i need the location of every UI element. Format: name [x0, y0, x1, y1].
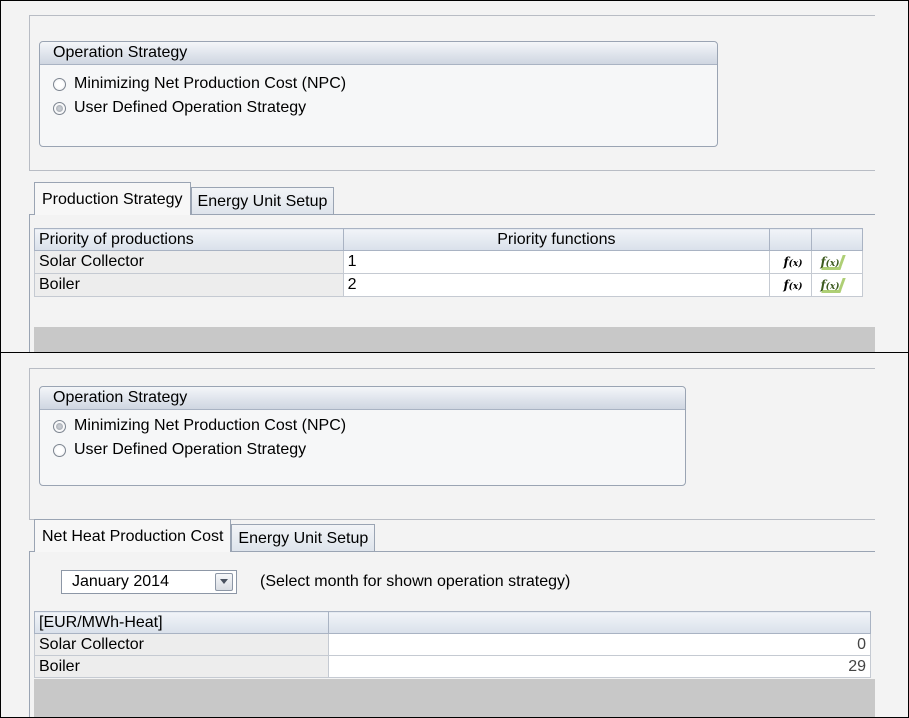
table-header-row: [EUR/MWh-Heat]	[34, 611, 872, 634]
column-header	[811, 228, 863, 251]
row-label: Solar Collector	[34, 633, 329, 656]
fx-argument-label: (x)	[788, 282, 803, 292]
radio-option-npc[interactable]: Minimizing Net Production Cost (NPC)	[40, 414, 685, 438]
table-empty-area	[34, 327, 875, 353]
priority-value-cell[interactable]: 2	[342, 273, 771, 297]
top-screenshot-frame: Operation Strategy Minimizing Net Produc…	[0, 0, 909, 354]
table-header-row: Priority of productions Priority functio…	[34, 228, 863, 251]
fx-check-cell: f(x)	[811, 250, 863, 274]
month-select[interactable]: January 2014	[61, 570, 237, 594]
table-row: Boiler 2 f(x) f(x)	[34, 273, 863, 297]
operation-strategy-group: Operation Strategy Minimizing Net Produc…	[39, 386, 686, 486]
function-validate-icon[interactable]: f(x)	[812, 251, 848, 273]
radio-label: User Defined Operation Strategy	[74, 441, 307, 458]
table-row: Solar Collector 1 f(x) f(x)	[34, 250, 863, 274]
column-header: Priority of productions	[34, 228, 344, 251]
function-editor-icon[interactable]: f(x)	[775, 274, 811, 296]
tab-production-strategy[interactable]: Production Strategy	[34, 182, 191, 215]
bottom-screenshot-frame: Operation Strategy Minimizing Net Produc…	[0, 352, 909, 718]
fx-cell: f(x)	[769, 273, 812, 297]
cost-value-cell: 29	[327, 655, 872, 678]
tab-energy-unit-setup[interactable]: Energy Unit Setup	[231, 524, 376, 552]
group-title: Operation Strategy	[40, 387, 685, 410]
group-title: Operation Strategy	[40, 42, 717, 65]
radio-label: Minimizing Net Production Cost (NPC)	[74, 417, 347, 434]
radio-option-user-defined[interactable]: User Defined Operation Strategy	[40, 96, 717, 120]
tab-content: January 2014 (Select month for shown ope…	[29, 551, 875, 717]
fx-argument-label: (x)	[825, 259, 840, 269]
radio-label: Minimizing Net Production Cost (NPC)	[74, 75, 347, 92]
fx-argument-label: (x)	[825, 282, 840, 292]
radio-label: User Defined Operation Strategy	[74, 99, 307, 116]
column-header: Priority functions	[342, 228, 771, 251]
radio-button-icon[interactable]	[53, 443, 66, 457]
table-row: Solar Collector 0	[34, 633, 872, 656]
radio-button-icon[interactable]	[53, 77, 66, 91]
tab-content: Priority of productions Priority functio…	[29, 214, 875, 353]
radio-button-checked-icon[interactable]	[53, 101, 66, 115]
radio-option-npc[interactable]: Minimizing Net Production Cost (NPC)	[40, 72, 717, 96]
function-validate-icon[interactable]: f(x)	[812, 274, 848, 296]
row-label: Boiler	[34, 273, 344, 297]
radio-button-checked-icon[interactable]	[53, 419, 66, 433]
fx-cell: f(x)	[769, 250, 812, 274]
function-editor-icon[interactable]: f(x)	[775, 251, 811, 273]
tab-net-heat-production-cost[interactable]: Net Heat Production Cost	[34, 519, 232, 552]
row-label: Solar Collector	[34, 250, 344, 274]
operation-strategy-group: Operation Strategy Minimizing Net Produc…	[39, 41, 718, 147]
column-header	[327, 611, 872, 634]
fx-argument-label: (x)	[788, 259, 803, 269]
table-empty-area	[34, 679, 875, 717]
month-select-value: January 2014	[72, 573, 169, 590]
priority-table: Priority of productions Priority functio…	[34, 228, 863, 297]
fx-check-cell: f(x)	[811, 273, 863, 297]
priority-value-cell[interactable]: 1	[342, 250, 771, 274]
table-row: Boiler 29	[34, 655, 872, 678]
month-select-hint: (Select month for shown operation strate…	[260, 573, 571, 590]
radio-option-user-defined[interactable]: User Defined Operation Strategy	[40, 438, 685, 462]
cost-value-cell: 0	[327, 633, 872, 656]
column-header: [EUR/MWh-Heat]	[34, 611, 329, 634]
row-label: Boiler	[34, 655, 329, 678]
tab-energy-unit-setup[interactable]: Energy Unit Setup	[190, 187, 335, 215]
tab-bar: Production Strategy Energy Unit Setup	[34, 182, 335, 215]
cost-table: [EUR/MWh-Heat] Solar Collector 0 Boiler …	[34, 611, 872, 678]
chevron-down-icon[interactable]	[215, 573, 233, 591]
tab-bar: Net Heat Production Cost Energy Unit Set…	[34, 519, 376, 552]
column-header	[769, 228, 812, 251]
